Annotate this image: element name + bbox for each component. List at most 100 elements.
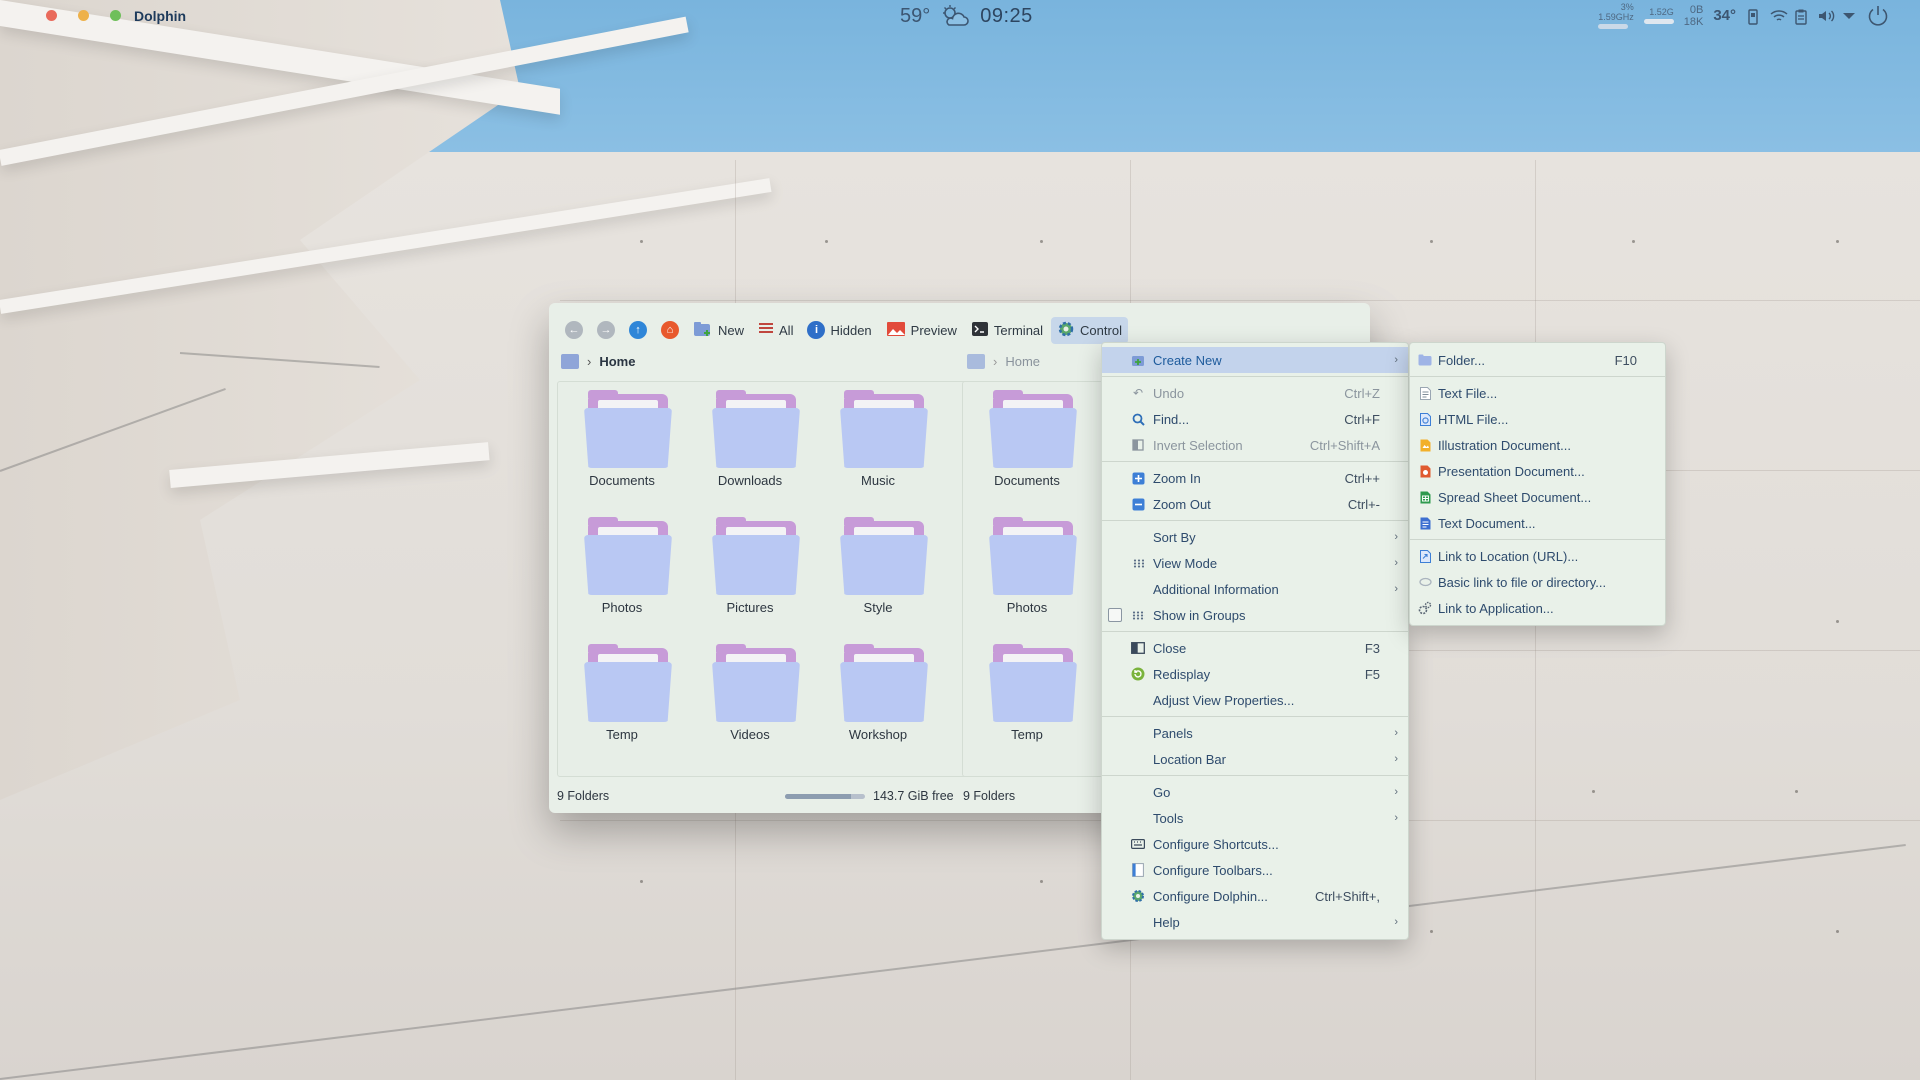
home-icon[interactable] (967, 354, 985, 369)
show-hidden-button[interactable]: i Hidden (801, 318, 877, 342)
memory-monitor[interactable]: 1.52G (1643, 7, 1674, 24)
folder-item[interactable]: Documents (558, 382, 686, 502)
menu-panels[interactable]: Panels › (1102, 720, 1408, 746)
close-split-icon (1131, 641, 1145, 655)
create-text-document[interactable]: Text Document... (1410, 510, 1665, 536)
menu-sort-by[interactable]: Sort By › (1102, 524, 1408, 550)
menu-zoom-in[interactable]: Zoom In Ctrl++ (1102, 465, 1408, 491)
right-breadcrumb[interactable]: › Home (967, 354, 1040, 369)
network-monitor[interactable]: 0B 18K (1684, 4, 1704, 28)
presentation-document-icon (1418, 464, 1432, 478)
folder-item[interactable]: Photos (963, 509, 1091, 629)
free-space-indicator[interactable]: 143.7 GiB free (785, 789, 954, 803)
menu-undo[interactable]: ↶ Undo Ctrl+Z (1102, 380, 1408, 406)
folder-item[interactable]: Downloads (686, 382, 814, 502)
create-illustration-document[interactable]: Illustration Document... (1410, 432, 1665, 458)
folder-item[interactable]: Temp (963, 636, 1091, 756)
create-basic-link[interactable]: Basic link to file or directory... (1410, 569, 1665, 595)
folder-item[interactable]: Photos (558, 509, 686, 629)
back-button[interactable]: ← (559, 318, 589, 342)
create-link-to-application[interactable]: Link to Application... (1410, 595, 1665, 621)
menu-help[interactable]: Help › (1102, 909, 1408, 935)
control-button[interactable]: Control (1051, 316, 1128, 344)
wall-tie-hole (1040, 880, 1043, 883)
create-html-file[interactable]: HTML File... (1410, 406, 1665, 432)
breadcrumb-home[interactable]: Home (599, 354, 635, 369)
menu-configure-dolphin[interactable]: Configure Dolphin... Ctrl+Shift+, (1102, 883, 1408, 909)
cpu-monitor[interactable]: 3% 1.59GHz (1598, 2, 1634, 29)
terminal-button[interactable]: Terminal (965, 318, 1049, 343)
zoom-in-icon (1131, 471, 1145, 485)
free-space-label: 143.7 GiB free (873, 789, 954, 803)
folder-item[interactable]: Pictures (686, 509, 814, 629)
chevron-down-icon[interactable] (1842, 9, 1856, 23)
left-file-pane[interactable]: Documents Downloads Music Photos Picture… (557, 381, 969, 777)
folder-item[interactable]: Workshop (814, 636, 942, 756)
power-icon[interactable] (1866, 4, 1890, 28)
menu-label: Show in Groups (1153, 607, 1246, 623)
menu-show-in-groups[interactable]: Show in Groups (1102, 602, 1408, 628)
sd-card-icon[interactable] (1746, 8, 1760, 25)
control-menu: Create New › ↶ Undo Ctrl+Z Find... Ctrl+… (1101, 342, 1409, 940)
menu-separator (1410, 539, 1665, 540)
clipboard-icon[interactable] (1794, 9, 1808, 25)
up-button[interactable]: ↑ (623, 318, 653, 342)
menu-additional-information[interactable]: Additional Information › (1102, 576, 1408, 602)
menu-configure-shortcuts[interactable]: Configure Shortcuts... (1102, 831, 1408, 857)
wifi-icon[interactable] (1770, 9, 1788, 23)
breadcrumb-home[interactable]: Home (1005, 354, 1040, 369)
menu-invert-selection[interactable]: Invert Selection Ctrl+Shift+A (1102, 432, 1408, 458)
cpu-temperature[interactable]: 34° (1713, 7, 1736, 24)
top-panel: Dolphin 59° 09:25 3% 1.59GHz 1.52G 0B 18… (0, 0, 1920, 34)
create-spreadsheet-document[interactable]: Spread Sheet Document... (1410, 484, 1665, 510)
right-file-pane[interactable]: Documents Photos Temp (962, 381, 1103, 777)
menu-shortcut: Ctrl+Shift+A (1309, 437, 1380, 453)
create-link-to-location[interactable]: Link to Location (URL)... (1410, 543, 1665, 569)
menu-find[interactable]: Find... Ctrl+F (1102, 406, 1408, 432)
chevron-right-icon: › (1394, 753, 1398, 765)
menu-adjust-view-properties[interactable]: Adjust View Properties... (1102, 687, 1408, 713)
menu-go[interactable]: Go › (1102, 779, 1408, 805)
link-icon (1418, 575, 1432, 589)
breadcrumb[interactable]: › Home (561, 354, 635, 369)
illustration-document-icon (1418, 438, 1432, 452)
folder-label: Style (863, 600, 893, 615)
volume-icon[interactable] (1818, 9, 1835, 23)
network-upload: 0B (1689, 3, 1704, 16)
wall-tie-hole (1836, 240, 1839, 243)
create-presentation-document[interactable]: Presentation Document... (1410, 458, 1665, 484)
home-icon[interactable] (561, 354, 579, 369)
preview-button[interactable]: Preview (880, 318, 963, 343)
create-folder[interactable]: Folder... F10 (1410, 347, 1665, 373)
new-button[interactable]: New (687, 318, 750, 343)
link-url-icon (1418, 549, 1432, 563)
folder-icon (840, 644, 928, 722)
folder-item[interactable]: Music (814, 382, 942, 502)
chevron-right-icon: › (1394, 531, 1398, 543)
menu-configure-toolbars[interactable]: Configure Toolbars... (1102, 857, 1408, 883)
menu-create-new[interactable]: Create New › (1102, 347, 1408, 373)
menu-location-bar[interactable]: Location Bar › (1102, 746, 1408, 772)
menu-close[interactable]: Close F3 (1102, 635, 1408, 661)
show-in-groups-checkbox[interactable] (1108, 608, 1122, 622)
clock-widget[interactable]: 59° 09:25 (900, 4, 1033, 28)
menu-label: HTML File... (1438, 411, 1509, 427)
menu-zoom-out[interactable]: Zoom Out Ctrl+- (1102, 491, 1408, 517)
folder-item[interactable]: Style (814, 509, 942, 629)
folder-item[interactable]: Videos (686, 636, 814, 756)
folder-item[interactable]: Documents (963, 382, 1091, 502)
maximize-window-button[interactable] (110, 10, 121, 21)
menu-redisplay[interactable]: Redisplay F5 (1102, 661, 1408, 687)
menu-tools[interactable]: Tools › (1102, 805, 1408, 831)
folder-icon (712, 390, 800, 468)
close-window-button[interactable] (46, 10, 57, 21)
forward-button[interactable]: → (591, 318, 621, 342)
minimize-window-button[interactable] (78, 10, 89, 21)
folder-icon (840, 517, 928, 595)
menu-label: Text File... (1438, 385, 1498, 401)
show-all-button[interactable]: All (752, 319, 799, 342)
folder-item[interactable]: Temp (558, 636, 686, 756)
menu-view-mode[interactable]: View Mode › (1102, 550, 1408, 576)
create-text-file[interactable]: Text File... (1410, 380, 1665, 406)
home-button[interactable]: ⌂ (655, 318, 685, 342)
